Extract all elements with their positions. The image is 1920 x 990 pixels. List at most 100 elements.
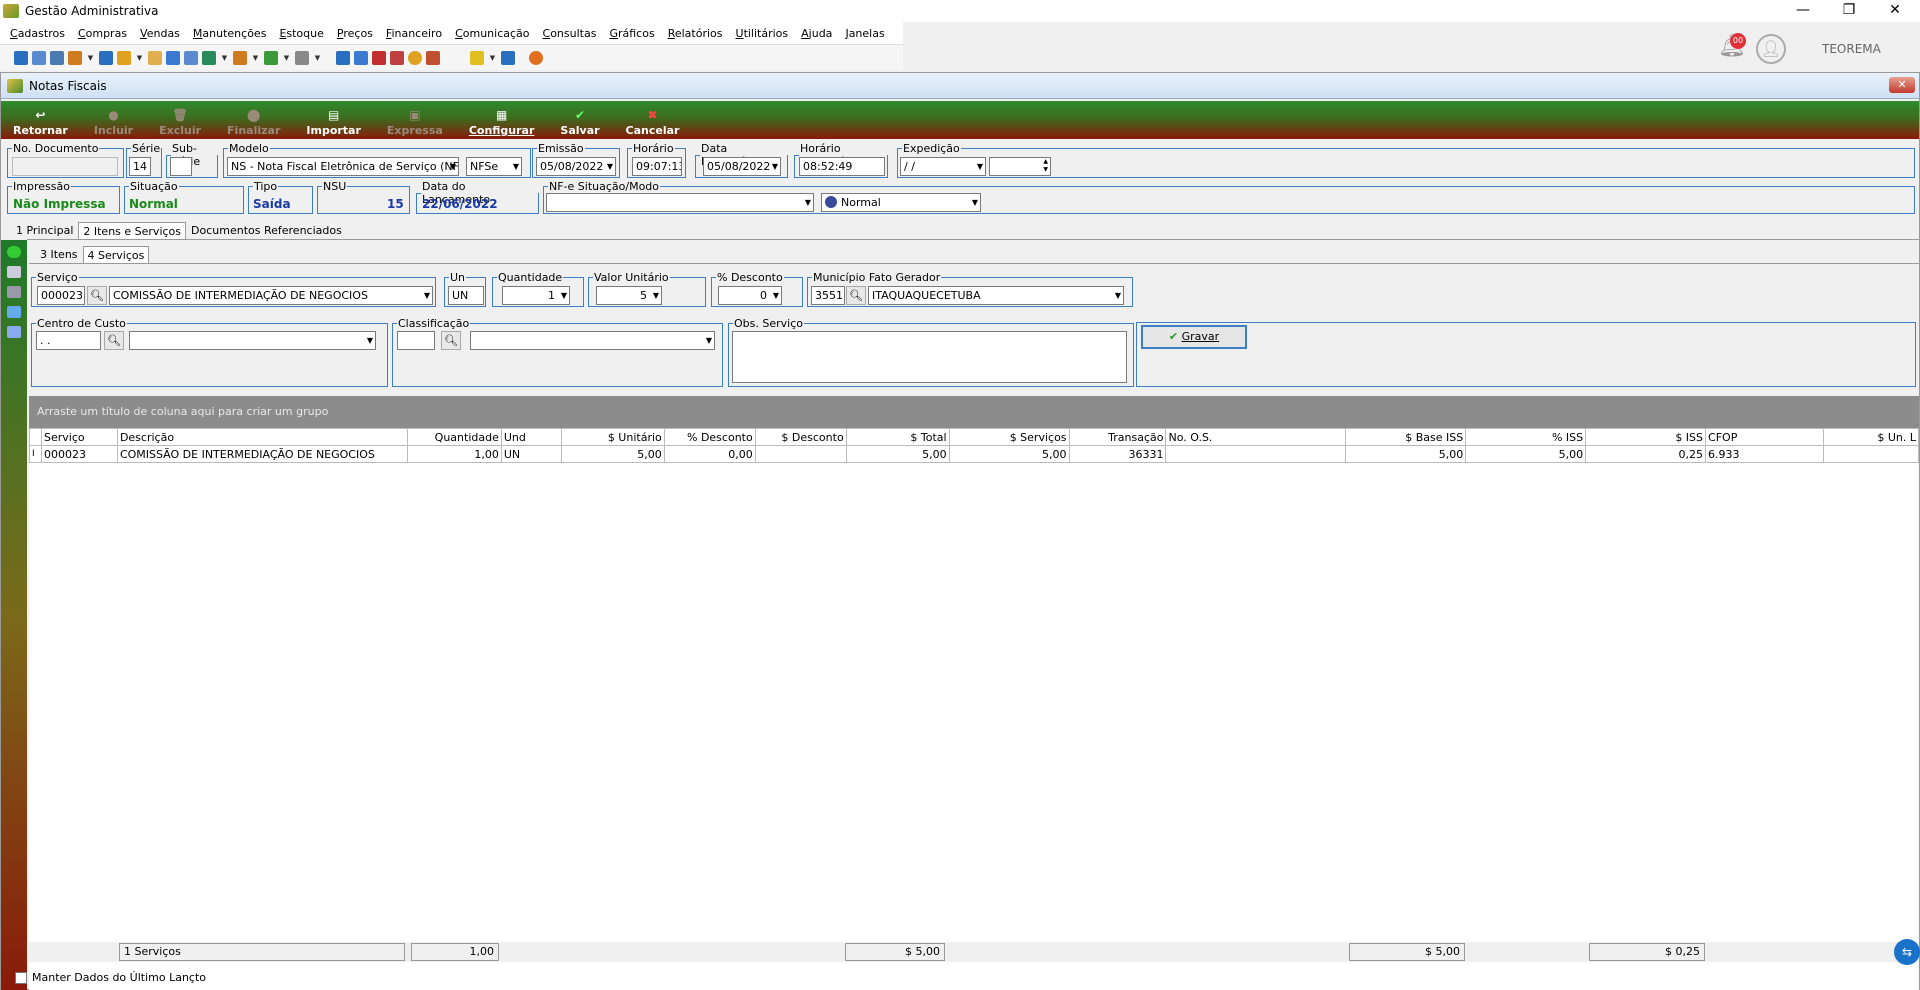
window-close-button[interactable]: ✕ [1889, 77, 1915, 93]
finalizar-button[interactable]: ⬤ Finalizar [227, 108, 280, 139]
serie-input[interactable]: 14 [129, 157, 151, 176]
cart-icon[interactable] [202, 50, 216, 65]
table-cell[interactable] [1165, 445, 1347, 463]
table-cell[interactable]: 5,00 [948, 445, 1070, 463]
truck-icon[interactable] [264, 50, 278, 65]
expedicao-time[interactable]: ▲ ▼ [989, 157, 1051, 176]
list-icon[interactable] [184, 50, 198, 65]
table-cell[interactable]: UN [500, 445, 562, 463]
table-cell[interactable]: 5,00 [560, 445, 665, 463]
column-header[interactable]: Descrição [116, 428, 408, 446]
menu-item-9[interactable]: Gráficos [609, 27, 654, 40]
export-icon[interactable] [7, 326, 21, 338]
un-input[interactable]: UN [448, 286, 484, 305]
tab-itens[interactable]: 3 Itens [35, 245, 83, 264]
table-cell[interactable]: 1,00 [406, 445, 502, 463]
classificacao-search-icon[interactable]: 🔍︎ [441, 331, 461, 350]
emissao-date[interactable]: 05/08/2022 ▼ [536, 157, 616, 176]
horario-input[interactable]: 09:07:13 [632, 157, 682, 176]
column-header[interactable]: Serviço [40, 428, 118, 446]
column-header[interactable]: CFOP [1705, 428, 1824, 446]
add-icon[interactable] [7, 246, 21, 258]
group-by-area[interactable]: Arraste um título de coluna aqui para cr… [29, 396, 1919, 428]
quantidade-input[interactable]: 1 ▼ [502, 286, 570, 305]
municipio-codigo-input[interactable]: 3551 [811, 286, 845, 305]
data-entr-date[interactable]: 05/08/2022 ▼ [703, 157, 781, 176]
classificacao-codigo-input[interactable] [397, 331, 435, 350]
menu-item-11[interactable]: Utilitários [736, 27, 789, 40]
column-header[interactable]: $ Desconto [754, 428, 847, 446]
menu-item-5[interactable]: Preços [337, 27, 373, 40]
retornar-button[interactable]: ↩ Retornar [13, 108, 68, 139]
menu-item-0[interactable]: Cadastros [10, 27, 65, 40]
gravar-button[interactable]: ✔ Gravar [1141, 325, 1247, 349]
close-button[interactable]: ✕ [1872, 0, 1918, 22]
centro-custo-search-icon[interactable]: 🔍︎ [104, 331, 124, 350]
servico-descricao-select[interactable]: COMISSÃO DE INTERMEDIAÇÃO DE NEGOCIOS ▼ [109, 286, 433, 305]
excluir-button[interactable]: 🗑︎ Excluir [159, 108, 201, 139]
classificacao-select[interactable]: ▼ [470, 331, 715, 350]
column-header[interactable]: $ Unitário [560, 428, 665, 446]
menu-item-4[interactable]: Estoque [279, 27, 323, 40]
calc-icon[interactable] [166, 50, 180, 65]
menu-item-12[interactable]: Ajuda [801, 27, 832, 40]
expressa-button[interactable]: ▣ Expressa [387, 108, 443, 139]
valor-unitario-input[interactable]: 5 ▼ [596, 286, 662, 305]
grid-icon[interactable] [7, 306, 21, 318]
column-header[interactable]: % ISS [1465, 428, 1587, 446]
horario-entr-input[interactable]: 08:52:49 [799, 157, 885, 176]
table-cell[interactable]: 5,00 [1345, 445, 1467, 463]
menu-item-7[interactable]: Comunicação [455, 27, 529, 40]
card-icon[interactable] [50, 50, 64, 65]
nfe-situacao-select[interactable]: ▼ [546, 193, 814, 212]
column-header[interactable]: No. O.S. [1165, 428, 1347, 446]
tab-servicos[interactable]: 4 Serviços [82, 246, 150, 264]
menu-item-3[interactable]: Manutenções [193, 27, 267, 40]
table-cell[interactable]: 5,00 [845, 445, 950, 463]
box-icon[interactable] [233, 50, 247, 65]
power-icon[interactable] [529, 50, 543, 65]
delete-icon[interactable] [7, 286, 21, 298]
municipio-search-icon[interactable]: 🔍︎ [846, 286, 866, 305]
nfe-modo-select[interactable]: Normal ▼ [821, 193, 981, 212]
star-icon[interactable] [470, 50, 484, 65]
chevron-down-icon[interactable]: ▼ [86, 51, 95, 65]
column-header[interactable]: Quantidade [406, 428, 502, 446]
user-avatar-icon[interactable]: 👤︎ [1756, 34, 1786, 64]
table-cell[interactable]: 0,00 [663, 445, 756, 463]
column-header[interactable]: $ Base ISS [1345, 428, 1467, 446]
servico-codigo-input[interactable]: 000023 [37, 286, 85, 305]
desconto-input[interactable]: 0 ▼ [718, 286, 782, 305]
table-cell[interactable]: 000023 [40, 445, 118, 463]
invoice-icon[interactable] [426, 50, 440, 65]
chevron-down-icon[interactable]: ▼ [488, 51, 497, 65]
calculator-icon[interactable] [354, 50, 368, 65]
column-header[interactable]: Und [500, 428, 562, 446]
report-icon[interactable] [336, 50, 350, 65]
chevron-down-icon[interactable]: ▼ [251, 51, 260, 65]
modelo-select[interactable]: NS - Nota Fiscal Eletrônica de Serviço (… [227, 157, 459, 176]
chevron-down-icon[interactable]: ▼ [282, 51, 291, 65]
checkbox-box[interactable] [15, 971, 27, 984]
document-icon[interactable] [14, 50, 28, 65]
configurar-button[interactable]: ▦ Configurar [469, 108, 535, 139]
chevron-down-icon[interactable]: ▼ [313, 51, 322, 65]
manter-dados-checkbox[interactable]: Manter Dados do Último Lançto [15, 971, 206, 984]
sub-serie-input[interactable] [170, 157, 192, 176]
cancelar-button[interactable]: ✖ Cancelar [626, 108, 680, 139]
table-row[interactable]: I 000023 COMISSÃO DE INTERMEDIAÇÃO DE NEGO… [29, 445, 1920, 463]
obs-servico-textarea[interactable] [732, 331, 1127, 383]
chevron-down-icon[interactable]: ▼ [220, 51, 229, 65]
table-cell[interactable] [754, 445, 847, 463]
minimize-button[interactable]: — [1780, 0, 1826, 22]
municipio-select[interactable]: ITAQUAQUECETUBA ▼ [868, 286, 1124, 305]
users-icon[interactable] [32, 50, 46, 65]
chart-icon[interactable] [68, 50, 82, 65]
column-header[interactable]: $ Un. L [1822, 428, 1920, 446]
folder-icon[interactable] [117, 50, 131, 65]
incluir-button[interactable]: ● Incluir [94, 108, 133, 139]
person-icon[interactable] [148, 50, 162, 65]
menu-item-6[interactable]: Financeiro [386, 27, 442, 40]
menu-item-10[interactable]: Relatórios [668, 27, 723, 40]
restore-button[interactable]: ❐ [1826, 0, 1872, 22]
